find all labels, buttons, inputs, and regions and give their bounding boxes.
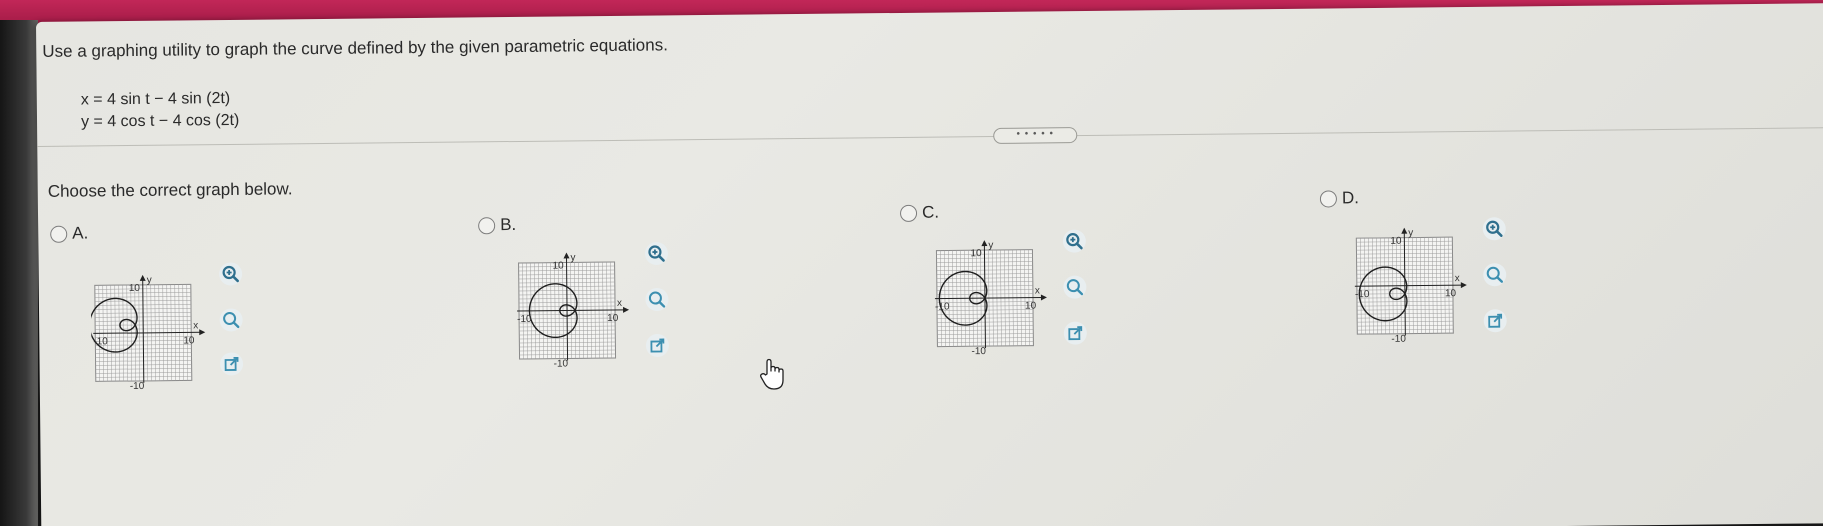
zoom-out-icon (1483, 263, 1507, 287)
axis-label-y: y (988, 240, 993, 251)
option-a-popout[interactable] (219, 352, 244, 376)
option-b-zoom-in[interactable] (644, 241, 668, 266)
option-c-radio[interactable] (899, 204, 918, 222)
monitor-bezel-left (0, 20, 38, 526)
zoom-out-icon (645, 288, 669, 312)
zoom-in-icon (1482, 217, 1506, 241)
option-d-popout[interactable] (1483, 309, 1507, 333)
zoom-in-icon (644, 242, 668, 266)
graph-plot: y x 10 10 -10 -10 (88, 275, 206, 392)
option-b-label: B. (500, 214, 517, 235)
tick-label-x-max: 10 (1025, 301, 1037, 312)
tick-label-y-max: 10 (129, 283, 141, 294)
tick-label-y-max: 10 (970, 248, 982, 259)
option-a-radio[interactable] (50, 225, 68, 243)
external-link-icon (220, 352, 244, 376)
tick-label-x-max: 10 (183, 335, 195, 346)
option-b-popout[interactable] (645, 333, 669, 358)
zoom-in-icon (1062, 229, 1086, 253)
external-link-icon (1483, 309, 1507, 333)
tick-label-y-max: 10 (1390, 236, 1402, 247)
option-d-zoom-out[interactable] (1483, 263, 1507, 287)
option-c-label: C. (921, 202, 940, 222)
tick-label-y-max: 10 (553, 260, 565, 271)
tick-label-x-min: -10 (93, 336, 108, 347)
section-divider (37, 127, 1823, 147)
option-c-zoom-in[interactable] (1062, 229, 1086, 253)
option-a-label: A. (72, 223, 89, 243)
axis-label-y: y (570, 252, 575, 263)
option-a-zoom-in[interactable] (219, 262, 243, 286)
tick-label-x-max: 10 (607, 313, 619, 324)
tick-label-x-min: -10 (517, 314, 532, 325)
option-b-graph: y x 10 10 -10 -10 (514, 252, 633, 371)
external-link-icon (1063, 321, 1087, 345)
equation-y: y = 4 cos t − 4 cos (2t) (80, 111, 240, 131)
zoom-out-icon (219, 308, 243, 332)
tick-label-y-min: -10 (130, 381, 145, 392)
question-instruction: Use a graphing utility to graph the curv… (42, 35, 668, 61)
answer-prompt: Choose the correct graph below. (47, 179, 293, 201)
option-a-zoom-out[interactable] (219, 308, 243, 332)
tick-label-y-min: -10 (971, 346, 986, 357)
tick-label-x-min: -10 (935, 301, 950, 312)
option-d-label: D. (1341, 188, 1360, 208)
tick-label-y-min: -10 (1391, 334, 1406, 345)
external-link-icon (645, 334, 669, 358)
option-d-radio[interactable] (1319, 190, 1338, 208)
option-b-zoom-out[interactable] (645, 287, 669, 312)
axis-label-x: x (193, 320, 198, 331)
axis-label-y: y (1408, 228, 1413, 239)
option-d-graph: y x 10 10 -10 -10 (1352, 227, 1471, 346)
axis-label-x: x (1035, 286, 1040, 297)
option-b-radio[interactable] (478, 217, 496, 235)
hand-cursor-icon (758, 358, 788, 392)
graph-plot: y x 10 10 -10 -10 (1354, 228, 1467, 345)
option-c-graph: y x 10 10 -10 -10 (932, 239, 1051, 358)
zoom-in-icon (219, 262, 243, 286)
option-c-zoom-out[interactable] (1063, 275, 1087, 299)
graph-plot: y x 10 10 -10 -10 (934, 240, 1047, 357)
tick-label-y-min: -10 (554, 358, 569, 369)
tick-label-x-min: -10 (1355, 289, 1370, 300)
screen: Use a graphing utility to graph the curv… (0, 0, 1823, 526)
axis-label-y: y (147, 275, 152, 286)
graph-plot: y x 10 10 -10 -10 (517, 252, 630, 370)
question-page: Use a graphing utility to graph the curv… (36, 3, 1823, 526)
expand-question-button[interactable]: • • • • • (993, 127, 1078, 144)
tick-label-x-max: 10 (1445, 288, 1457, 299)
option-c-popout[interactable] (1063, 321, 1087, 345)
zoom-out-icon (1063, 275, 1087, 299)
option-a-graph: y x 10 10 -10 -10 (88, 274, 210, 393)
option-d-zoom-in[interactable] (1482, 217, 1506, 241)
axis-label-x: x (617, 298, 622, 309)
equation-x: x = 4 sin t − 4 sin (2t) (80, 89, 231, 109)
axis-label-x: x (1455, 273, 1460, 284)
